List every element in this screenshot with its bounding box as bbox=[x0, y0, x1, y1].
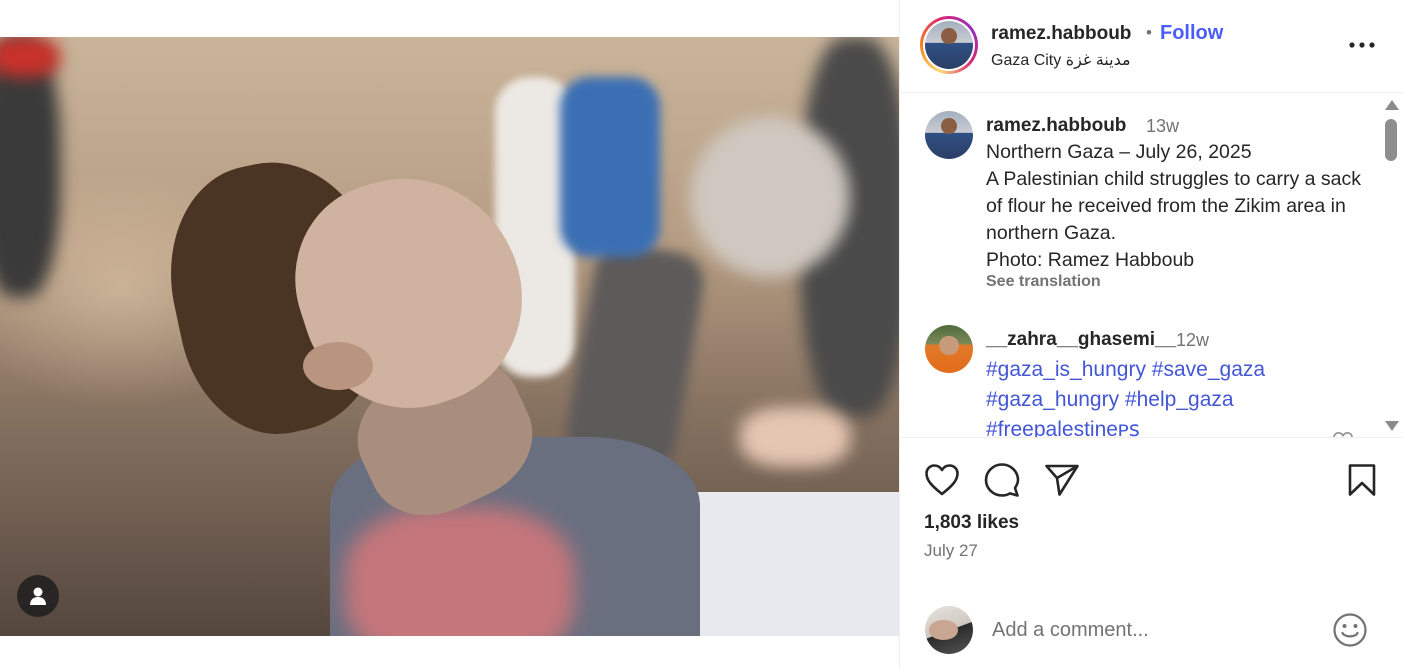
scroll-up-arrow-icon[interactable] bbox=[1385, 100, 1399, 110]
caption-text: Northern Gaza – July 26, 2025 A Palestin… bbox=[986, 139, 1366, 274]
comment-time[interactable]: 12w bbox=[1176, 330, 1209, 351]
caption-line: Photo: Ramez Habboub bbox=[986, 249, 1195, 271]
avatar-ring-gap bbox=[923, 19, 975, 71]
see-translation-link[interactable]: See translation bbox=[986, 273, 1101, 291]
more-dots-icon bbox=[1349, 42, 1375, 48]
current-user-avatar bbox=[925, 606, 973, 654]
caption-line: A Palestinian child struggles to carry a… bbox=[986, 168, 1362, 244]
follow-button[interactable]: Follow bbox=[1160, 22, 1223, 45]
author-username[interactable]: ramez.habboub bbox=[991, 23, 1131, 45]
comment-bubble-icon bbox=[984, 463, 1020, 497]
scroll-down-arrow-icon[interactable] bbox=[1385, 421, 1399, 431]
heart-icon bbox=[925, 464, 959, 496]
add-comment-bar bbox=[900, 598, 1403, 669]
photo-bg-umbrella bbox=[690, 117, 850, 277]
bookmark-icon bbox=[1348, 464, 1376, 496]
comment-hashtags: #gaza_is_hungry #save_gaza #gaza_hungry … bbox=[986, 355, 1366, 437]
hashtag-link[interactable]: #gaza_hungry bbox=[986, 388, 1119, 411]
hashtag-link[interactable]: #help_gaza bbox=[1125, 388, 1234, 411]
caption-time[interactable]: 13w bbox=[1146, 116, 1179, 137]
author-avatar bbox=[925, 21, 973, 69]
post-media-area bbox=[0, 0, 899, 669]
user-tag-icon bbox=[30, 587, 46, 605]
photo-bg-person-shirt bbox=[560, 77, 660, 257]
comments-section[interactable]: ramez.habboub 13w Northern Gaza – July 2… bbox=[900, 93, 1403, 438]
hashtag-link[interactable]: #freepalestineᴘꜱ bbox=[986, 418, 1140, 437]
comment-input[interactable] bbox=[992, 612, 1312, 648]
caption-line: Northern Gaza – July 26, 2025 bbox=[986, 141, 1252, 163]
photo-bg-red-shirt bbox=[0, 37, 60, 77]
header-separator: • bbox=[1146, 23, 1152, 42]
hashtag-link[interactable]: #gaza_is_hungry bbox=[986, 358, 1146, 381]
hashtag-link[interactable]: #save_gaza bbox=[1152, 358, 1265, 381]
comment-button[interactable] bbox=[982, 460, 1022, 500]
comment-like-button[interactable] bbox=[1332, 431, 1354, 437]
caption-avatar[interactable] bbox=[925, 111, 973, 159]
caption-username[interactable]: ramez.habboub bbox=[986, 115, 1126, 137]
post-date[interactable]: July 27 bbox=[924, 541, 978, 561]
more-options-button[interactable] bbox=[1338, 30, 1386, 60]
post-side-panel: ramez.habboub • Follow Gaza City مدينة غ… bbox=[899, 0, 1403, 669]
photo-boy-shirt-stain bbox=[345, 507, 575, 636]
photo-boy-ear bbox=[303, 342, 373, 390]
comment-username[interactable]: __zahra__ghasemi__ bbox=[986, 329, 1176, 351]
post-location[interactable]: Gaza City مدينة غزة bbox=[991, 50, 1131, 70]
author-avatar-story-ring[interactable] bbox=[920, 16, 978, 74]
scrollbar-thumb[interactable] bbox=[1385, 119, 1397, 161]
like-button[interactable] bbox=[922, 460, 962, 500]
emoji-button[interactable] bbox=[1332, 612, 1368, 648]
comment-avatar[interactable] bbox=[925, 325, 973, 373]
post-photo[interactable] bbox=[0, 37, 899, 636]
post-header: ramez.habboub • Follow Gaza City مدينة غ… bbox=[900, 0, 1403, 93]
emoji-smile-icon bbox=[1333, 613, 1367, 647]
save-button[interactable] bbox=[1342, 460, 1382, 500]
post-actions: 1,803 likes July 27 bbox=[900, 438, 1403, 598]
paper-plane-icon bbox=[1045, 464, 1079, 496]
comments-scrollbar[interactable] bbox=[1380, 97, 1400, 433]
small-heart-icon bbox=[1333, 431, 1353, 437]
likes-count[interactable]: 1,803 likes bbox=[924, 512, 1019, 534]
photo-bg-foot bbox=[740, 407, 850, 467]
user-tag-button[interactable] bbox=[17, 575, 59, 617]
share-button[interactable] bbox=[1042, 460, 1082, 500]
